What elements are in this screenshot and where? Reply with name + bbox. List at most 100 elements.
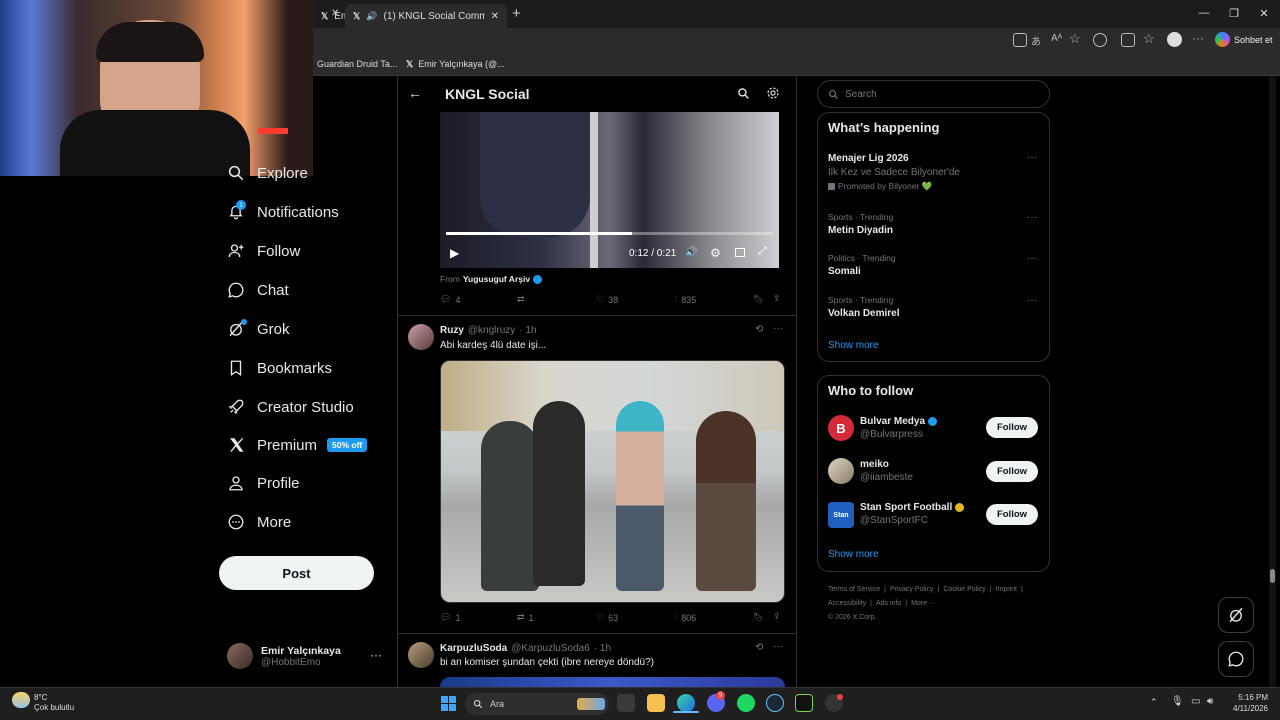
search-input[interactable]: [845, 88, 1025, 100]
footer-link[interactable]: Cookie Policy: [943, 586, 985, 593]
nav-premium[interactable]: Premium 50% off: [227, 432, 368, 458]
avatar[interactable]: [408, 642, 434, 668]
avatar[interactable]: Stan: [828, 502, 854, 528]
profile-avatar-icon[interactable]: [1167, 32, 1182, 47]
restore-icon[interactable]: ❐: [1227, 7, 1241, 20]
new-tab-button[interactable]: +: [512, 5, 521, 22]
steam-icon[interactable]: [766, 694, 784, 712]
footer-link[interactable]: Privacy Policy: [890, 586, 934, 593]
video-player[interactable]: ▶ 0:12 / 0:21 🔊 ⚙ ⤢: [440, 112, 779, 268]
grok-fab-button[interactable]: [1218, 597, 1254, 633]
from-account-link[interactable]: Yugusuguf Arşiv: [463, 274, 530, 284]
footer-link[interactable]: Accessibility: [828, 600, 866, 607]
extensions-icon[interactable]: [1093, 33, 1107, 47]
favorite-star-icon[interactable]: ☆: [1069, 31, 1081, 47]
follow-button[interactable]: Follow: [986, 417, 1038, 438]
bookmark-button[interactable]: 🔖︎: [753, 294, 764, 305]
trend-item[interactable]: Sports · Trending Volkan Demirel: [828, 295, 900, 319]
tweet-author-name[interactable]: KarpuzluSoda: [440, 643, 507, 654]
tweet-author-handle[interactable]: @KarpuzluSoda6: [511, 643, 590, 654]
avatar[interactable]: [408, 324, 434, 350]
volume-icon[interactable]: 🔊: [685, 247, 697, 258]
share-button[interactable]: ⇪: [773, 293, 781, 304]
footer-link[interactable]: Ads info: [876, 600, 901, 607]
nav-follow[interactable]: Follow: [227, 238, 300, 264]
search-icon[interactable]: [737, 87, 750, 100]
avatar[interactable]: B: [828, 415, 854, 441]
network-icon[interactable]: ▭: [1191, 696, 1200, 707]
tweet-author-handle[interactable]: @knglruzy: [468, 325, 515, 336]
footer-link[interactable]: Terms of Service: [828, 586, 880, 593]
trend-more-icon[interactable]: ···: [1027, 212, 1037, 223]
browser-essentials-icon[interactable]: [1121, 33, 1135, 47]
windows-start-icon[interactable]: [441, 696, 456, 711]
tweet-author-name[interactable]: Ruzy: [440, 325, 464, 336]
account-switcher[interactable]: Emir Yalçınkaya @HobbitEmo: [219, 636, 389, 676]
read-aloud-icon[interactable]: Aᴬ: [1051, 33, 1062, 44]
translate-icon[interactable]: あ: [1031, 33, 1041, 48]
more-options-icon[interactable]: ···: [1192, 31, 1204, 45]
follow-button[interactable]: Follow: [986, 461, 1038, 482]
views-button[interactable]: ⫶ 806: [675, 612, 696, 623]
speaker-icon[interactable]: 🔊: [366, 11, 377, 22]
messages-fab-button[interactable]: [1218, 641, 1254, 677]
nav-grok[interactable]: Grok: [227, 316, 290, 342]
follow-button[interactable]: Follow: [986, 504, 1038, 525]
copilot-button[interactable]: Sohbet et: [1215, 32, 1273, 47]
tab-close-icon[interactable]: ✕: [491, 11, 499, 22]
tab-close-icon[interactable]: ✕: [331, 8, 339, 19]
retweet-button[interactable]: ⇄: [517, 294, 529, 305]
favorites-icon[interactable]: ☆: [1143, 31, 1155, 47]
split-screen-icon[interactable]: [1013, 33, 1027, 47]
show-more-link[interactable]: Show more: [828, 340, 879, 351]
tweet-more-icon[interactable]: ···: [773, 323, 783, 334]
taskbar-search[interactable]: Ara: [465, 693, 609, 715]
trend-item-promoted[interactable]: Menajer Lig 2026 İlk Kez ve Sadece Bilyo…: [828, 153, 1038, 192]
follow-suggestion[interactable]: Stan Sport Football @StanSportFC: [860, 502, 965, 526]
nav-more[interactable]: More: [227, 509, 291, 535]
page-scrollbar[interactable]: [1269, 76, 1276, 687]
weather-icon[interactable]: [12, 692, 30, 708]
share-button[interactable]: ⇪: [773, 611, 781, 622]
nav-chat[interactable]: Chat: [227, 277, 289, 303]
fullscreen-icon[interactable]: ⤢: [758, 245, 767, 258]
like-button[interactable]: ♡ 38: [596, 294, 618, 305]
settings-icon[interactable]: ⚙: [710, 246, 721, 260]
trend-more-icon[interactable]: ···: [1027, 295, 1037, 306]
close-window-icon[interactable]: ✕: [1257, 7, 1271, 20]
back-arrow-icon[interactable]: ←: [408, 85, 422, 101]
volume-icon[interactable]: 🔊︎: [1207, 696, 1213, 707]
spotify-icon[interactable]: [737, 694, 755, 712]
scrollbar-thumb[interactable]: [1270, 569, 1275, 583]
nav-explore[interactable]: Explore: [227, 160, 308, 186]
browser-tab-active[interactable]: 𝕏 🔊 (1) KNGL Social Community / ✕: [345, 4, 507, 28]
nav-bookmarks[interactable]: Bookmarks: [227, 355, 332, 381]
post-button[interactable]: Post: [219, 556, 374, 590]
gear-icon[interactable]: [766, 86, 780, 100]
weather-widget[interactable]: 8°C Çok bulutlu: [34, 693, 74, 713]
footer-link[interactable]: More ···: [911, 600, 936, 607]
footer-link[interactable]: Imprint: [996, 586, 1017, 593]
account-more-icon[interactable]: ···: [370, 648, 382, 662]
tweet-time[interactable]: · 1h: [594, 643, 611, 654]
microphone-icon[interactable]: 🎙︎: [1171, 696, 1184, 707]
favorite-item[interactable]: Guardian Druid Ta...: [317, 52, 397, 76]
tweet-image[interactable]: [440, 677, 785, 687]
retweet-button[interactable]: ⇄ 1: [517, 612, 534, 623]
task-view-icon[interactable]: [617, 694, 635, 712]
search-bar[interactable]: [817, 80, 1050, 108]
tweet-time[interactable]: · 1h: [519, 325, 536, 336]
video-progress-track[interactable]: [446, 232, 773, 235]
trend-more-icon[interactable]: ···: [1027, 253, 1037, 264]
show-more-link[interactable]: Show more: [828, 549, 879, 560]
avatar[interactable]: [828, 458, 854, 484]
tweet-more-icon[interactable]: ···: [773, 641, 783, 652]
follow-suggestion[interactable]: meiko @iiambeste: [860, 459, 913, 483]
browser-tab[interactable]: 𝕏 Emi: [313, 4, 352, 28]
reply-button[interactable]: 💬︎ 4: [440, 294, 460, 305]
favorite-item[interactable]: 𝕏 Emir Yalçınkaya (@...: [406, 52, 505, 76]
file-explorer-icon[interactable]: [647, 694, 665, 712]
clock[interactable]: 5:16 PM 4/11/2026: [1222, 692, 1268, 714]
trend-item[interactable]: Sports · Trending Metin Diyadin: [828, 212, 893, 236]
grok-analyze-icon[interactable]: ⟲: [755, 324, 763, 335]
